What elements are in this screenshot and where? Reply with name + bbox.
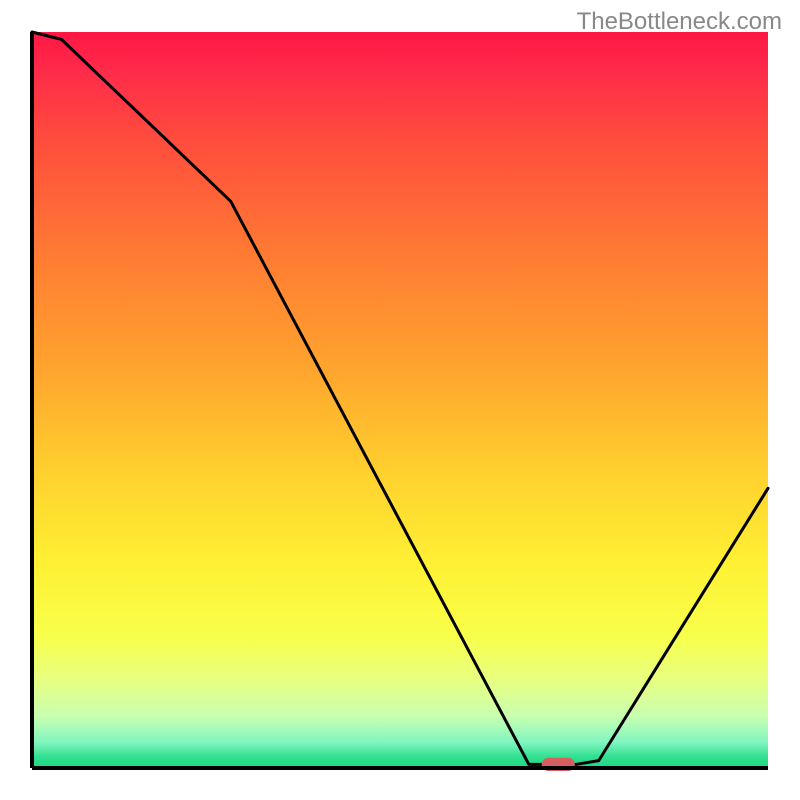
chart-container: TheBottleneck.com — [0, 0, 800, 800]
chart-svg — [0, 0, 800, 800]
watermark-text: TheBottleneck.com — [577, 8, 782, 36]
plot-background — [32, 32, 768, 768]
